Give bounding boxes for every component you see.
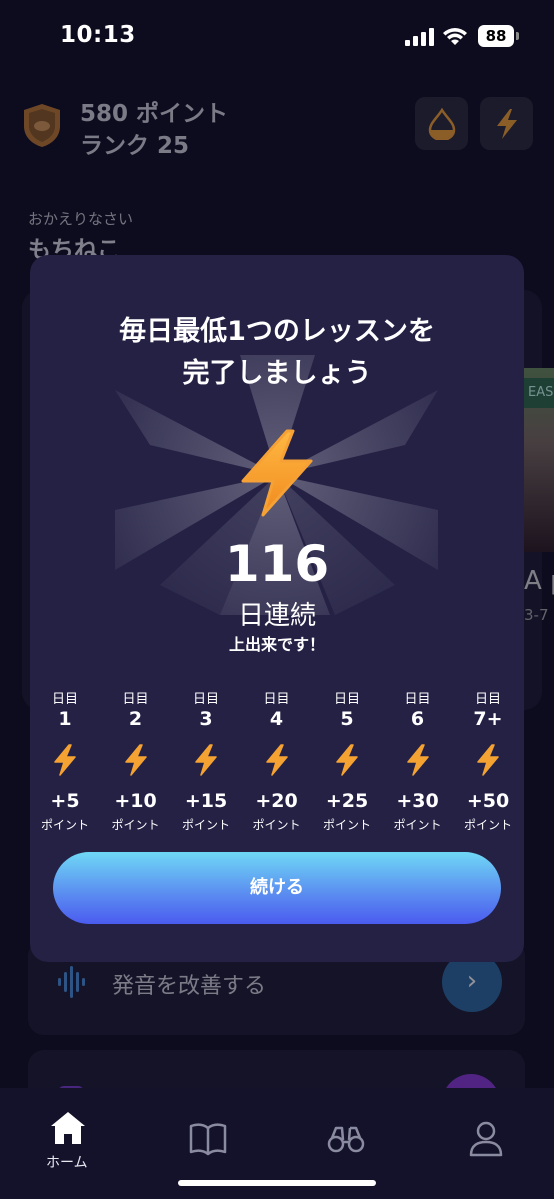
lightning-icon xyxy=(406,744,429,776)
day-points: +20 xyxy=(255,790,298,812)
day-label: 日目 xyxy=(51,692,78,707)
day-number: 3 xyxy=(199,708,213,730)
day-points-label: ポイント xyxy=(252,818,301,832)
lightning-icon xyxy=(54,744,76,776)
points-total: 580 ポイント xyxy=(80,101,229,127)
streak-modal: 毎日最低1つのレッスンを 完了しましょう 116 日連続 上出来です！ 日目 1 +… xyxy=(30,255,524,962)
day-reward-3: 日目 3 +15 ポイント xyxy=(171,688,241,833)
day-points-label: ポイント xyxy=(181,818,230,832)
improve-pronunciation-label: 発音を改善する xyxy=(112,974,267,999)
day-points-label: ポイント xyxy=(463,818,512,832)
lightning-icon xyxy=(124,744,147,776)
day-reward-6: 日目 6 +30 ポイント xyxy=(383,688,453,833)
home-tab-icon[interactable] xyxy=(48,1108,88,1148)
day-reward-2: 日目 2 +10 ポイント xyxy=(101,688,171,833)
rank-shield-icon xyxy=(24,104,60,147)
battery-indicator: 88 xyxy=(478,25,514,47)
day-label: 日目 xyxy=(122,692,149,707)
modal-title: 毎日最低1つのレッスンを 完了しましょう xyxy=(30,311,524,395)
day-label: 日目 xyxy=(404,692,431,707)
lesson-tag: EAS xyxy=(524,378,554,408)
profile-tab-icon[interactable] xyxy=(466,1118,506,1158)
day-reward-4: 日目 4 +20 ポイント xyxy=(242,688,312,833)
status-time: 10:13 xyxy=(60,22,136,48)
streak-message: 上出来です！ xyxy=(228,635,325,654)
drop-icon xyxy=(428,108,456,140)
day-number: 2 xyxy=(128,708,143,730)
streak-unit: 日連続 xyxy=(237,601,316,631)
day-number: 6 xyxy=(410,708,425,730)
tab-home-label[interactable]: ホーム xyxy=(46,1152,88,1172)
day-points: +5 xyxy=(50,790,80,812)
day-points: +15 xyxy=(184,790,228,812)
lesson-subtitle: 3-7 xyxy=(524,606,549,624)
day-points-label: ポイント xyxy=(111,818,160,832)
day-label: 日目 xyxy=(263,692,290,707)
day-points-label: ポイント xyxy=(393,818,442,832)
day-points: +50 xyxy=(466,790,510,812)
lesson-title: A p xyxy=(524,566,554,596)
sound-wave-icon xyxy=(58,966,85,998)
home-indicator xyxy=(178,1180,376,1186)
day-points: +30 xyxy=(396,790,439,812)
welcome-greeting: おかえりなさい xyxy=(28,210,134,228)
streak-button[interactable] xyxy=(480,97,533,150)
streak-count: 116 xyxy=(224,535,330,593)
lightning-icon xyxy=(241,429,313,517)
day-reward-5: 日目 5 +25 ポイント xyxy=(312,688,382,833)
day-label: 日目 xyxy=(333,692,360,707)
day-number: 5 xyxy=(340,708,354,730)
day-points-label: ポイント xyxy=(322,818,371,832)
day-points: +10 xyxy=(114,790,157,812)
day-label: 日目 xyxy=(474,692,501,707)
drop-button[interactable] xyxy=(415,97,468,150)
lightning-icon xyxy=(336,744,358,776)
lightning-icon xyxy=(195,744,217,776)
cellular-signal-icon xyxy=(405,28,434,46)
modal-title-line1: 毎日最低1つのレッスンを xyxy=(119,316,435,347)
continue-button[interactable]: 続ける xyxy=(53,852,501,924)
wifi-icon xyxy=(443,28,467,45)
day-number: 4 xyxy=(269,708,284,730)
day-reward-7: 日目 7+ +50 ポイント xyxy=(453,688,523,833)
day-points: +25 xyxy=(325,790,369,812)
modal-title-line2: 完了しましょう xyxy=(182,358,372,389)
lightning-icon xyxy=(497,109,517,139)
day-number: 1 xyxy=(58,708,72,730)
binoculars-tab-icon[interactable] xyxy=(326,1120,366,1160)
status-bar: 10:13 88 xyxy=(0,0,554,72)
book-tab-icon[interactable] xyxy=(188,1118,228,1158)
day-label: 日目 xyxy=(192,692,219,707)
day-number: 7+ xyxy=(473,708,503,730)
day-points-label: ポイント xyxy=(40,818,89,832)
lightning-icon xyxy=(265,744,288,776)
battery-tip xyxy=(516,32,519,40)
day-reward-1: 日目 1 +5 ポイント xyxy=(30,688,100,833)
rank-level: ランク 25 xyxy=(80,133,190,159)
lightning-icon xyxy=(477,744,499,776)
